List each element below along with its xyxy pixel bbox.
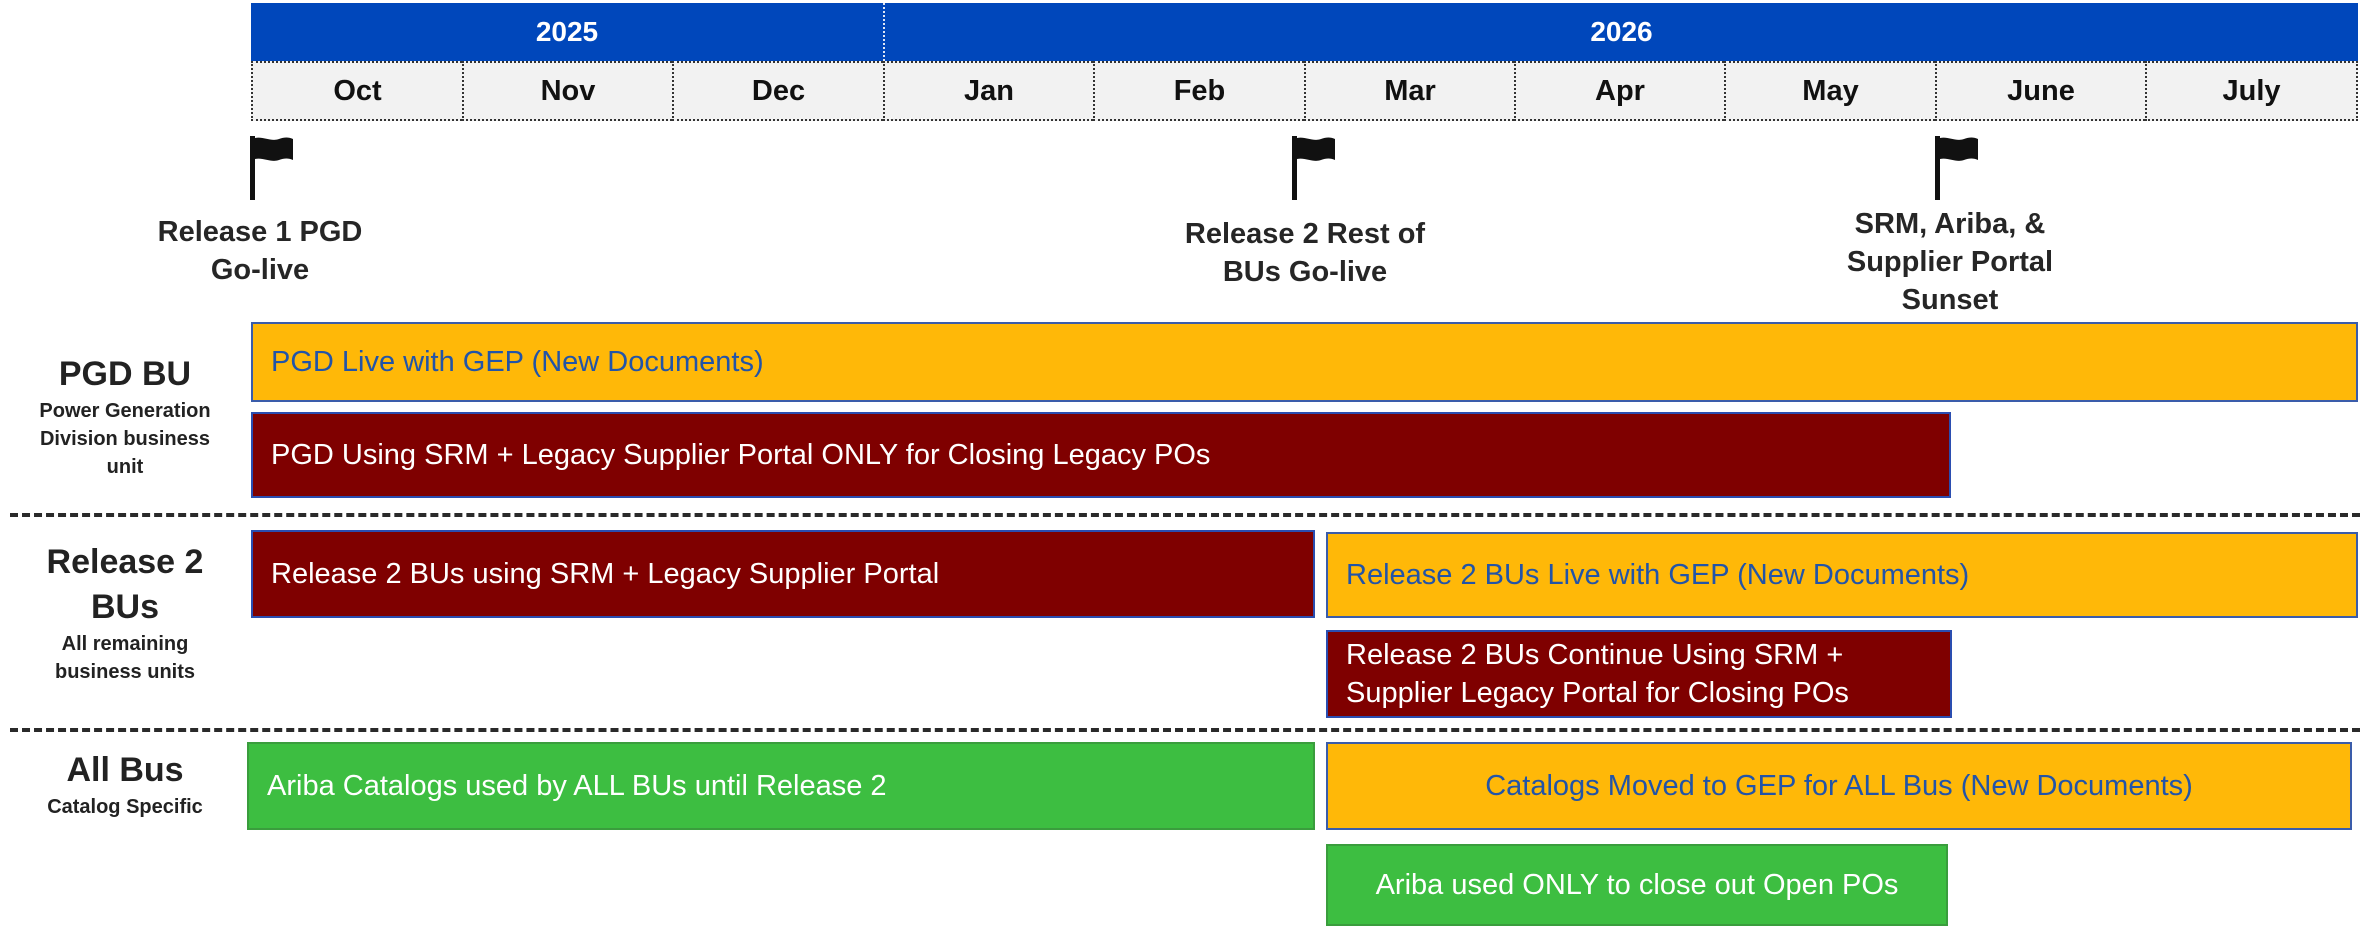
month-dec: Dec [672, 61, 883, 121]
bar-label: Ariba used ONLY to close out Open POs [1375, 869, 1899, 901]
month-label: Apr [1595, 74, 1645, 107]
bar-release2-live-gep: Release 2 BUs Live with GEP (New Documen… [1326, 532, 2358, 618]
month-feb: Feb [1093, 61, 1304, 121]
year-label: 2025 [535, 16, 599, 47]
month-label: Nov [540, 74, 596, 107]
month-may: May [1724, 61, 1935, 121]
bar-catalogs-gep: Catalogs Moved to GEP for ALL Bus (New D… [1326, 742, 2352, 830]
bar-label: Release 2 BUs Live with GEP (New Documen… [1346, 559, 1970, 591]
flag-icon [1292, 136, 1335, 200]
month-jan: Jan [883, 61, 1093, 121]
milestone-line: SRM, Ariba, & [1854, 208, 2046, 240]
milestone-line: Release 2 Rest of [1184, 218, 1426, 250]
milestone-sunset: SRM, Ariba, & Supplier Portal Sunset [1810, 205, 2090, 319]
milestone-release-2: Release 2 Rest of BUs Go-live [1155, 215, 1455, 291]
bar-release2-continue-srm: Release 2 BUs Continue Using SRM + Suppl… [1326, 630, 1952, 718]
bar-release2-srm-legacy: Release 2 BUs using SRM + Legacy Supplie… [251, 530, 1315, 618]
month-nov: Nov [462, 61, 672, 121]
bar-pgd-live-gep: PGD Live with GEP (New Documents) [251, 322, 2358, 402]
month-label: Mar [1384, 74, 1436, 107]
milestone-line: Release 1 PGD [157, 216, 363, 248]
section-divider [10, 513, 2360, 517]
month-apr: Apr [1514, 61, 1724, 121]
bar-ariba-close-out: Ariba used ONLY to close out Open POs [1326, 844, 1948, 926]
year-header-2026: 2026 [883, 3, 2358, 61]
section-title: All Bus [66, 751, 184, 789]
month-label: Dec [751, 74, 806, 107]
milestone-line: Supplier Portal [1846, 246, 2054, 278]
milestone-release-1: Release 1 PGD Go-live [120, 213, 400, 289]
milestone-line: Go-live [210, 254, 310, 286]
section-label-release2: Release 2 BUs All remaining business uni… [0, 540, 250, 686]
flag-icon [1935, 136, 1978, 200]
bar-pgd-srm-legacy: PGD Using SRM + Legacy Supplier Portal O… [251, 412, 1951, 498]
bar-label: Release 2 BUs using SRM + Legacy Supplie… [271, 558, 940, 590]
month-june: June [1935, 61, 2145, 121]
bar-label: Supplier Legacy Portal for Closing POs [1346, 677, 1849, 709]
section-title: PGD BU [58, 355, 192, 393]
month-mar: Mar [1304, 61, 1514, 121]
section-subtitle: All remaining [61, 633, 189, 655]
bar-label: Release 2 BUs Continue Using SRM + [1346, 639, 1844, 671]
section-subtitle: Power Generation [39, 400, 211, 422]
bar-label: Ariba Catalogs used by ALL BUs until Rel… [267, 770, 887, 802]
section-divider [10, 728, 2360, 732]
year-label: 2026 [1590, 16, 1653, 47]
milestone-line: BUs Go-live [1222, 256, 1388, 288]
month-label: July [2222, 74, 2281, 107]
bar-label: PGD Using SRM + Legacy Supplier Portal O… [271, 439, 1211, 471]
month-label: Feb [1173, 74, 1226, 107]
section-label-allbus: All Bus Catalog Specific [0, 748, 250, 821]
flag-icon [250, 136, 293, 200]
month-label: May [1802, 74, 1859, 107]
section-subtitle: unit [106, 456, 144, 478]
month-label: Jan [964, 74, 1014, 107]
month-oct: Oct [251, 61, 462, 121]
month-label: Oct [333, 74, 382, 107]
milestone-line: Sunset [1901, 284, 1999, 316]
month-label: June [2007, 74, 2075, 107]
year-header-2025: 2025 [251, 3, 883, 61]
section-label-pgd: PGD BU Power Generation Division busines… [0, 352, 250, 481]
bar-ariba-catalogs: Ariba Catalogs used by ALL BUs until Rel… [247, 742, 1315, 830]
section-title: Release 2 [46, 543, 204, 581]
section-subtitle: business units [54, 661, 196, 683]
section-subtitle: Catalog Specific [47, 796, 203, 818]
bar-label: Catalogs Moved to GEP for ALL Bus (New D… [1485, 770, 2193, 802]
bar-label: PGD Live with GEP (New Documents) [271, 346, 764, 378]
month-july: July [2145, 61, 2358, 121]
section-title: BUs [90, 588, 160, 626]
section-subtitle: Division business [39, 428, 211, 450]
